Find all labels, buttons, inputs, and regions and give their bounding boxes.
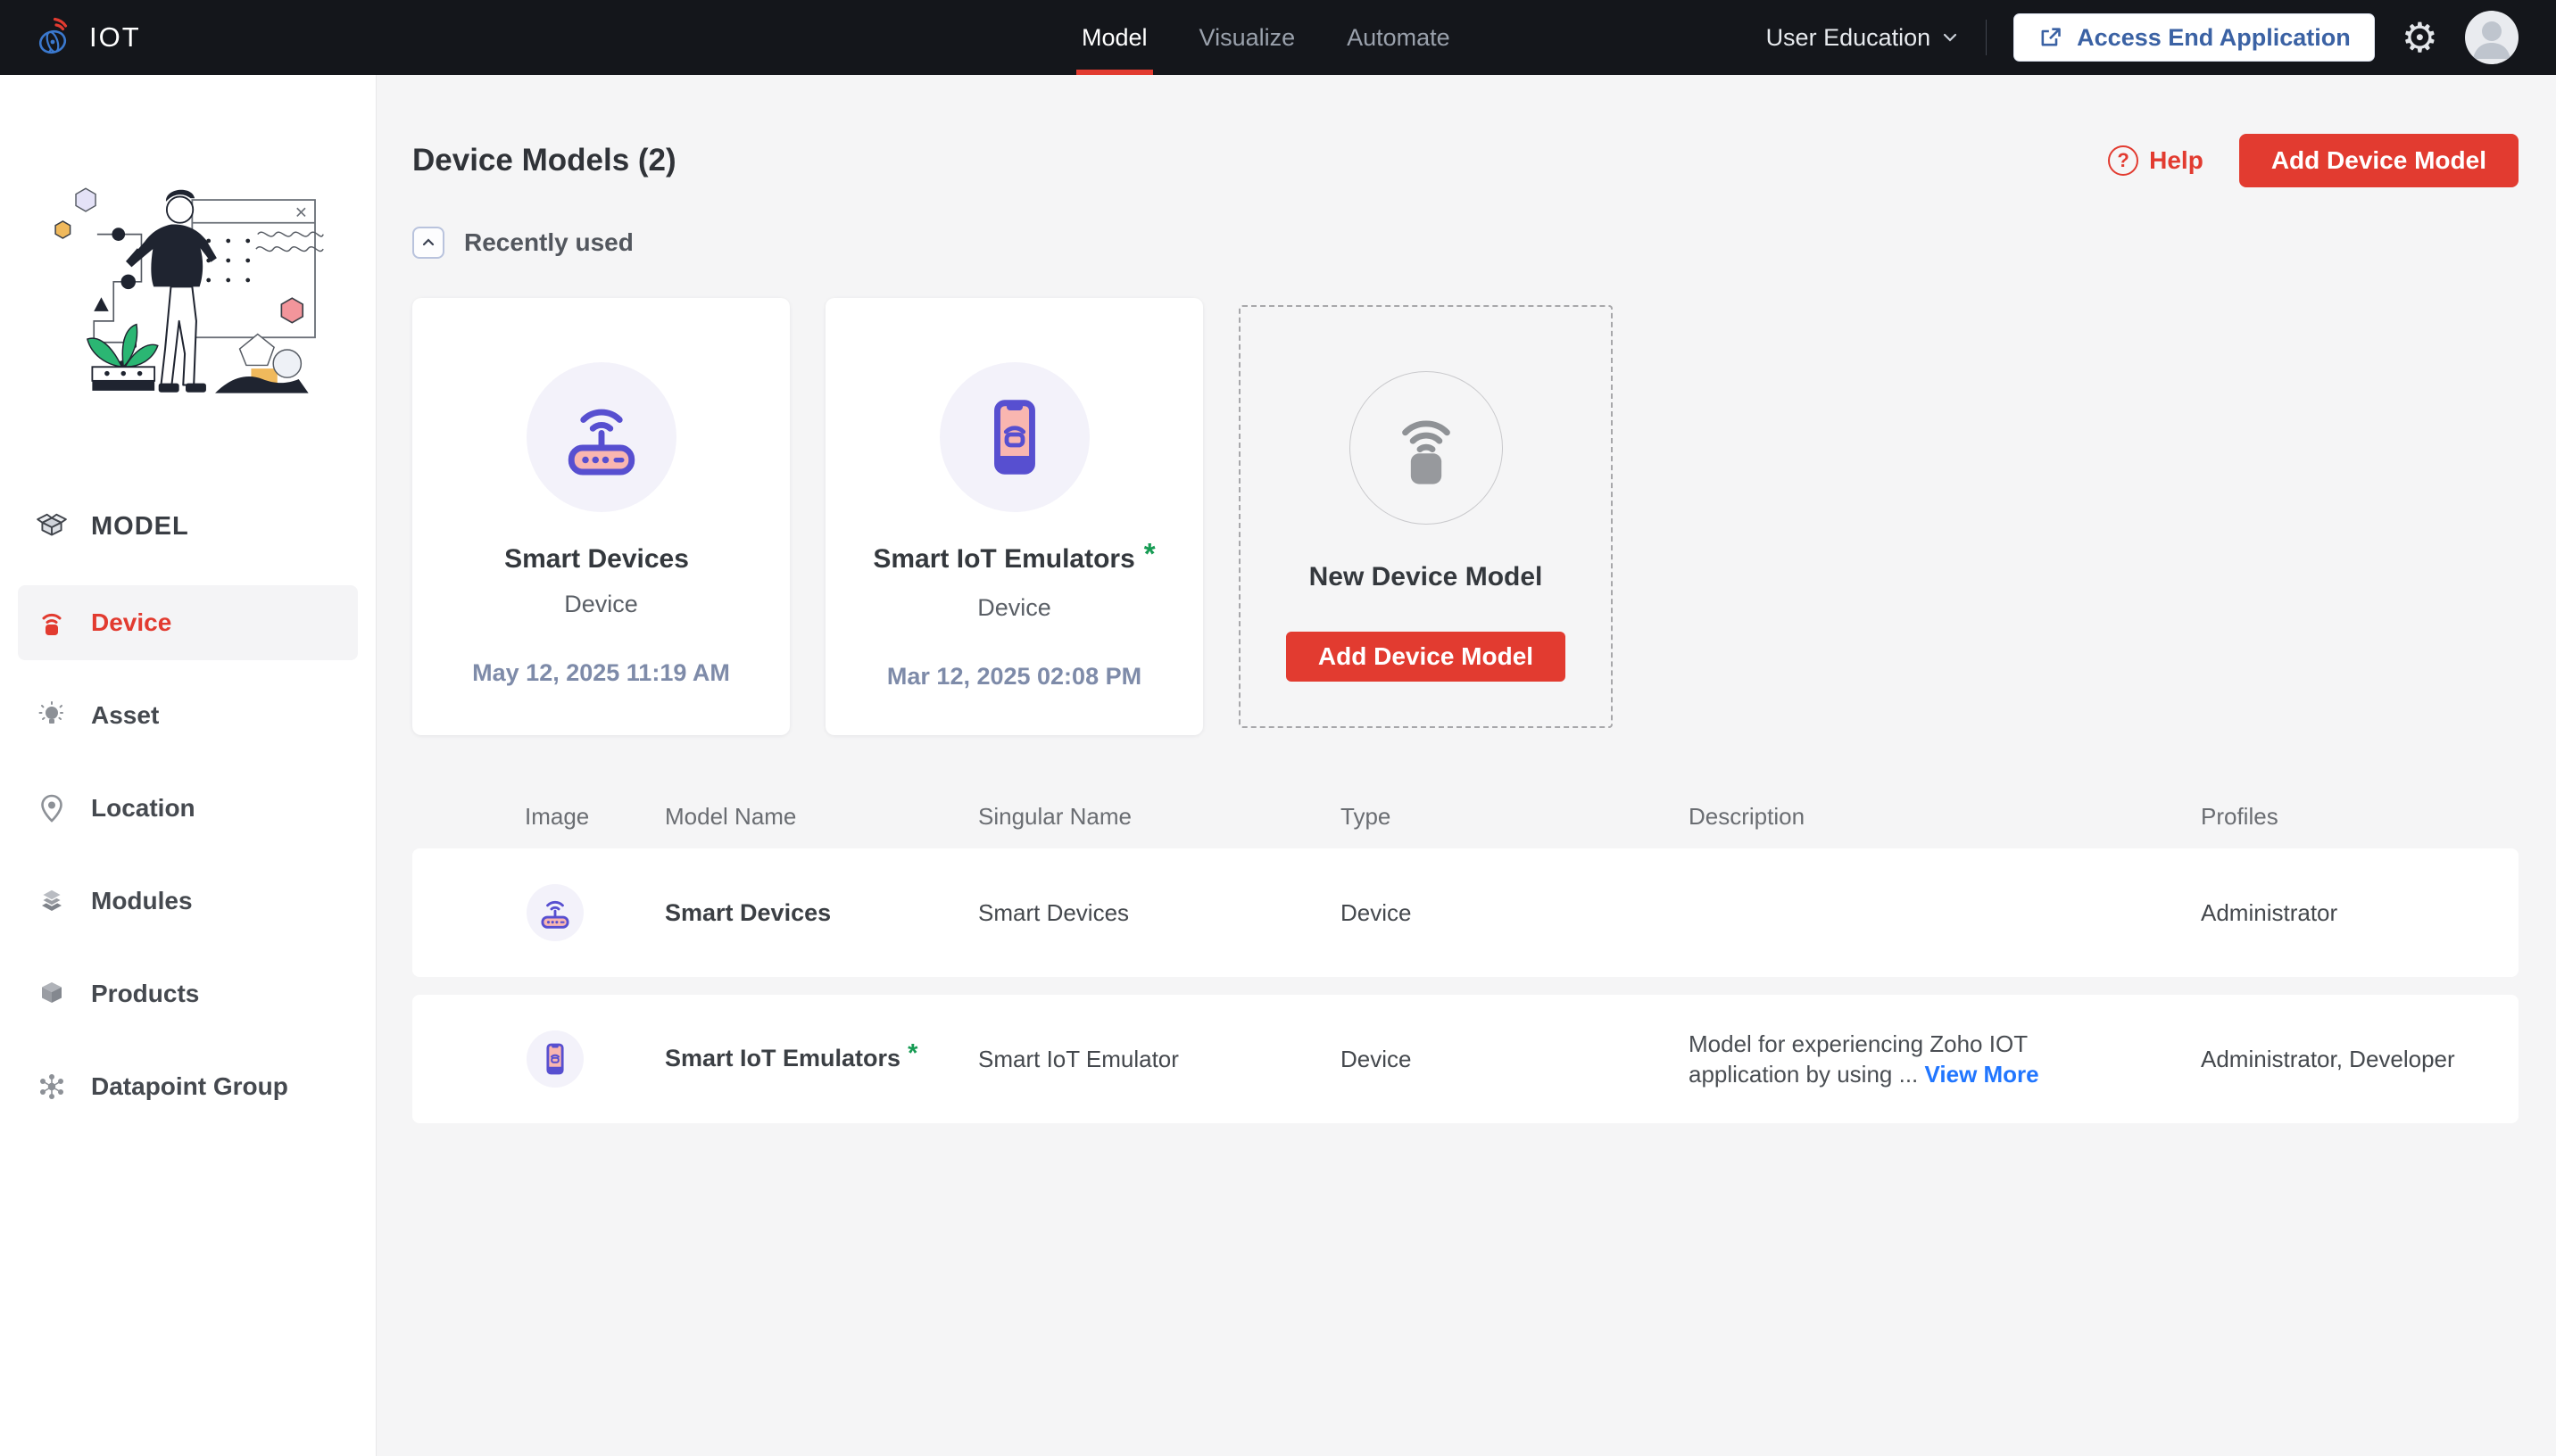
sidebar-item-label: Modules bbox=[91, 887, 193, 914]
col-header-singular-name: Singular Name bbox=[978, 803, 1132, 830]
sidebar-section-label: MODEL bbox=[91, 511, 189, 541]
phone-icon bbox=[993, 400, 1035, 475]
new-card-title: New Device Model bbox=[1308, 562, 1543, 592]
sidebar-menu: MODEL Device Asset Location Modules Prod… bbox=[0, 500, 376, 1124]
default-star: * bbox=[1143, 537, 1156, 570]
sidebar-item-label: Location bbox=[91, 794, 195, 822]
chevron-up-icon bbox=[422, 238, 435, 246]
new-card-icon-circle bbox=[1349, 371, 1503, 525]
sidebar-item-modules[interactable]: Modules bbox=[18, 864, 358, 939]
cell-model-name: Smart Devices bbox=[665, 898, 832, 926]
topbar-divider bbox=[1986, 20, 1988, 55]
phone-icon bbox=[546, 1043, 564, 1075]
card-type: Device bbox=[977, 594, 1051, 621]
recently-used-cards: Smart Devices Device May 12, 2025 11:19 … bbox=[412, 298, 2519, 735]
org-dropdown[interactable]: User Education bbox=[1766, 24, 1960, 52]
brand-text: IOT bbox=[89, 21, 141, 53]
cell-singular-name: Smart Devices bbox=[978, 898, 1130, 926]
col-header-type: Type bbox=[1340, 803, 1391, 830]
sidebar-item-asset[interactable]: Asset bbox=[18, 678, 358, 753]
card-title: Smart IoT Emulators * bbox=[873, 537, 1156, 574]
add-device-model-card-button[interactable]: Add Device Model bbox=[1285, 632, 1566, 682]
add-device-model-button[interactable]: Add Device Model bbox=[2238, 134, 2519, 187]
sidebar-illustration bbox=[46, 146, 376, 414]
topbar-right: User Education Access End Application ⚙ bbox=[1766, 11, 2519, 64]
sidebar-item-label: Products bbox=[91, 980, 200, 1007]
cell-model-name: Smart IoT Emulators * bbox=[665, 1038, 918, 1071]
collapse-toggle[interactable] bbox=[412, 227, 444, 259]
cell-description: Model for experiencing Zoho IOT applicat… bbox=[1689, 1030, 2039, 1088]
sidebar-item-label: Asset bbox=[91, 701, 160, 729]
lightbulb-icon bbox=[36, 700, 68, 731]
cell-profiles: Administrator, Developer bbox=[2201, 1045, 2455, 1072]
iot-logo-icon bbox=[32, 16, 75, 59]
col-header-model-name: Model Name bbox=[665, 803, 797, 830]
default-star: * bbox=[908, 1038, 918, 1068]
access-end-application-button[interactable]: Access End Application bbox=[2013, 13, 2375, 62]
cell-type: Device bbox=[1340, 898, 1412, 926]
gear-icon[interactable]: ⚙ bbox=[2402, 17, 2438, 58]
card-icon-circle bbox=[939, 362, 1090, 512]
model-card-smart-iot-emulators[interactable]: Smart IoT Emulators * Device Mar 12, 2025… bbox=[826, 298, 1203, 735]
card-icon-circle bbox=[526, 362, 676, 512]
card-date: Mar 12, 2025 02:08 PM bbox=[886, 663, 1142, 690]
row-icon-circle bbox=[527, 884, 584, 941]
col-header-profiles: Profiles bbox=[2201, 803, 2278, 830]
device-models-table: Image Model Name Singular Name Type Desc… bbox=[412, 803, 2519, 1123]
page-header: Device Models (2) ? Help Add Device Mode… bbox=[412, 134, 2519, 187]
tab-visualize[interactable]: Visualize bbox=[1194, 0, 1301, 75]
router-icon bbox=[541, 900, 569, 929]
table-row[interactable]: Smart IoT Emulators * Smart IoT Emulator … bbox=[412, 995, 2519, 1123]
card-type: Device bbox=[564, 591, 638, 617]
recently-used-label: Recently used bbox=[464, 228, 634, 256]
cell-type: Device bbox=[1340, 1045, 1412, 1072]
chevron-down-icon bbox=[1941, 29, 1959, 46]
table-row[interactable]: Smart Devices Smart Devices Device Admin… bbox=[412, 848, 2519, 977]
question-mark-icon: ? bbox=[2108, 145, 2139, 176]
table-header-row: Image Model Name Singular Name Type Desc… bbox=[412, 803, 2519, 831]
open-box-icon bbox=[36, 510, 68, 542]
external-link-icon bbox=[2037, 25, 2062, 50]
sidebar-item-label: Device bbox=[91, 608, 172, 636]
router-icon bbox=[568, 409, 635, 476]
brand: IOT bbox=[32, 16, 141, 59]
top-tabs: Model Visualize Automate bbox=[1076, 0, 1456, 75]
cluster-icon bbox=[36, 1071, 68, 1102]
col-header-description: Description bbox=[1689, 803, 1805, 830]
box-icon bbox=[36, 979, 68, 1009]
model-card-smart-devices[interactable]: Smart Devices Device May 12, 2025 11:19 … bbox=[412, 298, 790, 735]
view-more-link[interactable]: View More bbox=[1925, 1061, 2039, 1088]
sidebar-item-device[interactable]: Device bbox=[18, 585, 358, 660]
sidebar: MODEL Device Asset Location Modules Prod… bbox=[0, 75, 377, 1456]
cell-singular-name: Smart IoT Emulator bbox=[978, 1045, 1179, 1072]
sidebar-item-location[interactable]: Location bbox=[18, 771, 358, 846]
sidebar-section-model: MODEL bbox=[18, 500, 358, 553]
cell-profiles: Administrator bbox=[2201, 898, 2338, 926]
sidebar-item-datapoint-group[interactable]: Datapoint Group bbox=[18, 1049, 358, 1124]
generic-device-icon bbox=[1401, 420, 1450, 484]
tab-automate[interactable]: Automate bbox=[1341, 0, 1456, 75]
help-link[interactable]: ? Help bbox=[2108, 145, 2203, 176]
device-wifi-icon bbox=[36, 608, 68, 638]
user-avatar[interactable] bbox=[2465, 11, 2519, 64]
card-date: May 12, 2025 11:19 AM bbox=[472, 659, 730, 686]
tab-model[interactable]: Model bbox=[1076, 0, 1153, 75]
topbar: IOT Model Visualize Automate User Educat… bbox=[0, 0, 2556, 75]
page-title: Device Models (2) bbox=[412, 143, 676, 178]
recently-used-header: Recently used bbox=[412, 227, 2519, 259]
layers-icon bbox=[36, 886, 68, 916]
new-device-model-card: New Device Model Add Device Model bbox=[1239, 305, 1613, 728]
page-actions: ? Help Add Device Model bbox=[2108, 134, 2519, 187]
active-tab-underline bbox=[1076, 70, 1153, 75]
row-icon-circle bbox=[527, 1030, 584, 1088]
sidebar-item-products[interactable]: Products bbox=[18, 956, 358, 1031]
card-title: Smart Devices bbox=[504, 544, 689, 574]
map-pin-icon bbox=[36, 793, 68, 823]
main-content: Device Models (2) ? Help Add Device Mode… bbox=[377, 75, 2556, 1456]
sidebar-item-label: Datapoint Group bbox=[91, 1072, 288, 1100]
col-header-image: Image bbox=[525, 803, 590, 830]
